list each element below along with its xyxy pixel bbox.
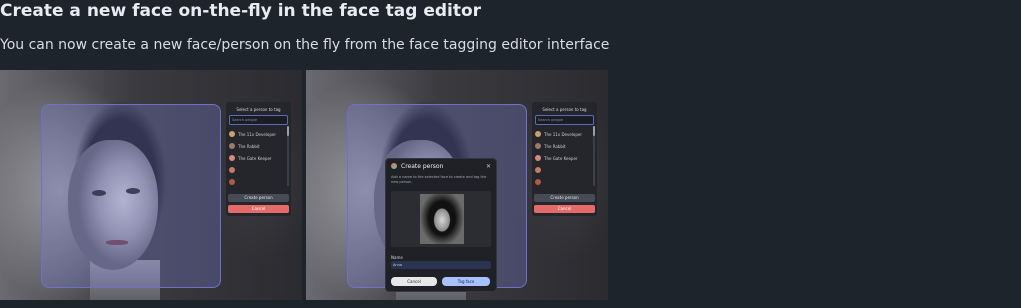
name-label: Name (391, 255, 403, 260)
person-name: The Gate Keeper (238, 155, 272, 161)
cancel-button[interactable]: Cancel (391, 277, 437, 286)
face-image (420, 194, 464, 244)
avatar (535, 131, 541, 137)
avatar (535, 143, 541, 149)
cancel-button[interactable]: Cancel (534, 205, 595, 213)
face-selection-box[interactable] (41, 104, 221, 288)
person-item[interactable] (532, 164, 597, 176)
dialog-hint: Add a name to the selected face to creat… (391, 175, 487, 184)
page-description: You can now create a new face/person on … (0, 37, 610, 53)
people-icon (391, 163, 397, 169)
close-icon[interactable]: ✕ (486, 163, 491, 170)
search-input[interactable]: Search people (229, 115, 288, 125)
person-item[interactable] (226, 164, 291, 176)
scrollbar-thumb[interactable] (593, 126, 595, 136)
person-item[interactable]: The 11x Developer (532, 128, 597, 140)
avatar (535, 167, 541, 173)
person-name: The Gate Keeper (544, 155, 578, 161)
name-input[interactable]: Anna (391, 261, 491, 269)
create-person-button[interactable]: Create person (534, 194, 595, 202)
screenshot-tag-panel: Select a person to tag Search people The… (0, 70, 302, 300)
person-item[interactable]: The Gate Keeper (532, 152, 597, 164)
screenshot-create-person: Select a person to tag Search people The… (306, 70, 608, 300)
avatar (535, 179, 541, 185)
scrollbar-thumb[interactable] (287, 126, 289, 136)
avatar (229, 155, 235, 161)
avatar (229, 167, 235, 173)
avatar (229, 143, 235, 149)
person-item[interactable]: The Gate Keeper (226, 152, 291, 164)
avatar (229, 131, 235, 137)
person-name: The 11x Developer (544, 131, 583, 137)
avatar (535, 155, 541, 161)
person-name: The Rabbit (238, 143, 260, 149)
tag-person-panel: Select a person to tag Search people The… (226, 102, 291, 216)
tag-person-panel: Select a person to tag Search people The… (532, 102, 597, 216)
create-person-dialog: Create person ✕ Add a name to the select… (385, 158, 497, 292)
avatar (229, 179, 235, 185)
person-item[interactable] (226, 176, 291, 188)
person-item[interactable]: The Rabbit (532, 140, 597, 152)
cancel-button[interactable]: Cancel (228, 205, 289, 213)
search-input[interactable]: Search people (535, 115, 594, 125)
face-thumbnail (391, 191, 491, 247)
dialog-title: Create person (401, 162, 444, 170)
page-heading: Create a new face on-the-fly in the face… (0, 1, 482, 21)
create-person-button[interactable]: Create person (228, 194, 289, 202)
panel-title: Select a person to tag (542, 107, 587, 112)
person-item[interactable]: The Rabbit (226, 140, 291, 152)
person-name: The Rabbit (544, 143, 566, 149)
person-item[interactable]: The 11x Developer (226, 128, 291, 140)
person-item[interactable] (532, 176, 597, 188)
tag-face-button[interactable]: Tag face (442, 277, 490, 286)
person-name: The 11x Developer (238, 131, 277, 137)
panel-title: Select a person to tag (236, 107, 281, 112)
